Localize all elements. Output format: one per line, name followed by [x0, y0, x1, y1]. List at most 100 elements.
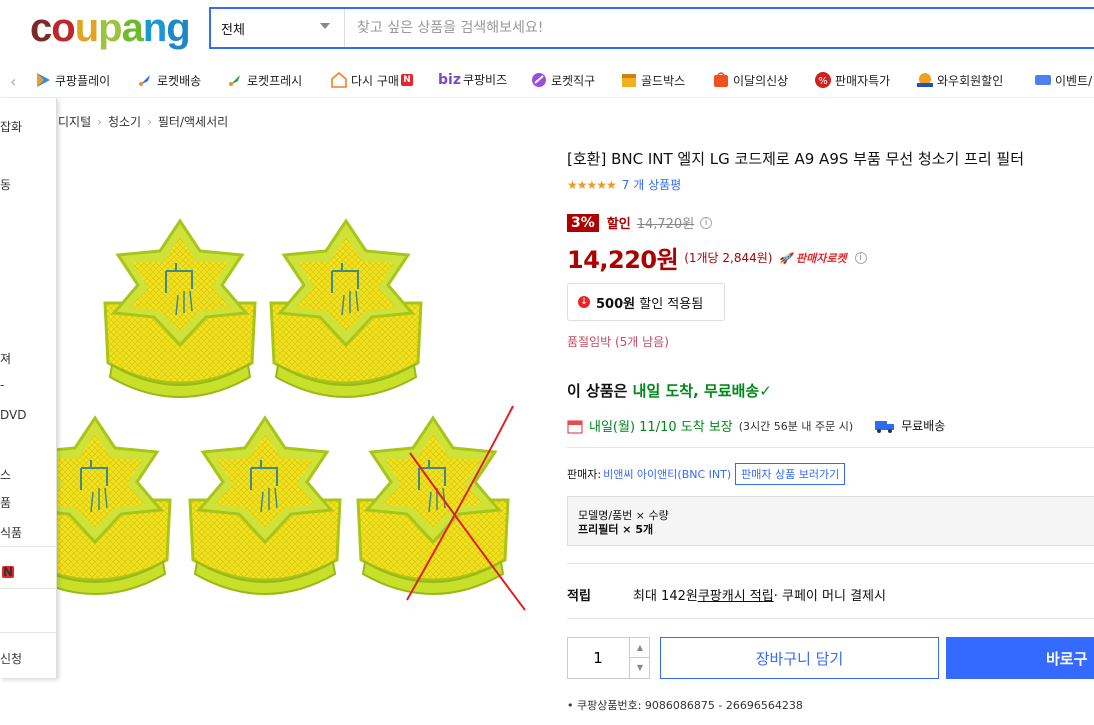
goldbox-icon	[622, 74, 636, 87]
nav-item-seller-sale[interactable]: % 판매자특가	[814, 71, 890, 89]
side-menu-item[interactable]: 스	[0, 466, 11, 483]
stock-warning: 품절임박 (5개 남음)	[567, 335, 669, 349]
nav-item-label: 와우회원할인	[937, 73, 1004, 88]
logo-letter: c	[30, 6, 52, 50]
delivery-prefix: 이 상품은	[567, 382, 633, 400]
divider	[0, 588, 57, 589]
nav-item-rocket-fresh[interactable]: 로켓프레시	[226, 71, 302, 89]
rating-row[interactable]: ★★★★★ 7 개 상품평	[567, 176, 681, 193]
chevron-down-icon	[320, 23, 330, 29]
option-box[interactable]: 모델명/품번 × 수량 프리필터 × 5개	[567, 496, 1094, 546]
quantity-stepper: ▲ ▼	[567, 637, 650, 679]
product-image[interactable]	[55, 200, 545, 630]
coupon-amount: 500원	[596, 296, 636, 312]
seller-sale-icon: %	[815, 72, 831, 88]
coupon-applied-box: ↓ 500원 할인 적용됨	[567, 283, 725, 321]
side-menu-item[interactable]: 잡화	[0, 118, 22, 135]
discount-label: 할인	[606, 217, 631, 232]
seller-rocket-label: 판매자로켓	[796, 251, 847, 265]
svg-text:%: %	[818, 76, 828, 87]
breadcrumb: 디지털 › 청소기 › 필터/액세서리	[58, 113, 228, 130]
biz-icon: biz	[438, 71, 461, 88]
nav-item-label: 로켓배송	[157, 73, 202, 88]
quantity-input[interactable]	[568, 638, 628, 678]
divider	[567, 563, 1094, 564]
side-menu-item[interactable]: DVD	[0, 408, 26, 422]
nav-item-label: 판매자특가	[835, 73, 891, 88]
star-rating: ★★★★★	[567, 177, 617, 192]
search-bar: 전체	[209, 7, 1094, 49]
nav-item-wow[interactable]: 와우회원할인	[916, 71, 1003, 89]
logo-letter: n	[142, 6, 167, 50]
search-category-select[interactable]: 전체	[211, 9, 345, 47]
nav-item-new[interactable]: 이달의신상	[712, 71, 788, 89]
logo-letter: p	[98, 6, 122, 50]
side-menu-item[interactable]: -	[0, 378, 4, 392]
vendor-products-button[interactable]: 판매자 상품 보러가기	[735, 463, 846, 485]
breadcrumb-item[interactable]: 필터/액세서리	[158, 115, 228, 129]
add-to-cart-button[interactable]: 장바구니 담기	[660, 637, 939, 679]
nav-item-label: 다시 구매	[351, 73, 399, 88]
new-badge: N	[400, 74, 413, 86]
nav-item-global[interactable]: 로켓직구	[530, 71, 595, 89]
option-value: 프리필터 × 5개	[578, 523, 654, 536]
product-id-text: 쿠팡상품번호: 9086086875 - 26696564238	[577, 699, 803, 712]
category-nav: ‹ 쿠팡플레이 로켓배송 로켓프레시 다시 구매 N biz 쿠팡비즈 로켓직구…	[0, 62, 1094, 98]
vendor-name-link[interactable]: 비앤씨 아이앤티(BNC INT)	[603, 466, 731, 482]
breadcrumb-item[interactable]: 청소기	[108, 115, 141, 129]
arrival-note: (3시간 56분 내 주문 시)	[738, 419, 854, 433]
nav-item-label: 이벤트/	[1055, 73, 1093, 88]
new-icon	[714, 72, 728, 87]
rocket-fresh-icon	[229, 75, 240, 86]
side-menu-item[interactable]: 신청	[0, 650, 22, 667]
price-row: 14,220원 (1개당 2,844원) 🚀 판매자로켓 i	[567, 240, 867, 275]
info-icon[interactable]: i	[854, 251, 867, 264]
side-menu-item[interactable]: 식품	[0, 524, 22, 541]
divider	[0, 546, 57, 547]
coupang-cash-link[interactable]: 쿠팡캐시 적립	[698, 585, 774, 604]
nav-item-coupang-play[interactable]: 쿠팡플레이	[34, 71, 110, 89]
seller-rocket-badge: 🚀 판매자로켓	[778, 251, 847, 265]
arrival-row: 내일(월) 11/10 도착 보장 (3시간 56분 내 주문 시) 무료배송	[567, 416, 945, 435]
nav-item-goldbox[interactable]: 골드박스	[620, 71, 685, 89]
nav-item-label: 쿠팡비즈	[462, 73, 508, 87]
vendor-row: 판매자: 비앤씨 아이앤티(BNC INT) 판매자 상품 보러가기	[567, 463, 846, 485]
nav-item-event[interactable]: 이벤트/	[1034, 71, 1092, 89]
coupon-text: 할인 적용됨	[639, 296, 704, 312]
side-menu-item[interactable]: 져	[0, 350, 11, 367]
increment-icon[interactable]: ▲	[629, 638, 650, 658]
buy-now-button[interactable]: 바로구	[946, 637, 1094, 679]
calendar-icon	[567, 419, 583, 434]
nav-item-label: 골드박스	[641, 73, 686, 88]
reward-max: 최대 142원	[633, 589, 698, 604]
logo-letter: a	[121, 6, 144, 50]
nav-item-rebuy[interactable]: 다시 구매 N	[330, 71, 413, 89]
wow-icon	[917, 73, 933, 87]
original-price: 14,720원	[636, 217, 695, 232]
category-dropdown-panel: 잡화 동 져 - DVD 스 품 식품 N 신청	[0, 98, 57, 678]
logo-letter: u	[74, 6, 99, 50]
side-menu-item[interactable]: 품	[0, 494, 11, 511]
discount-rate-badge: 3%	[567, 213, 599, 232]
global-icon	[532, 73, 546, 87]
chevron-left-icon[interactable]: ‹	[10, 72, 16, 91]
side-menu-item[interactable]: 동	[0, 176, 11, 193]
nav-item-rocket[interactable]: 로켓배송	[136, 71, 201, 89]
review-count-link[interactable]: 7 개 상품평	[622, 176, 681, 193]
discount-row: 3% 할인 14,720원 i	[567, 213, 713, 232]
nav-item-label: 로켓프레시	[247, 73, 303, 88]
truck-icon	[875, 420, 895, 433]
nav-item-biz[interactable]: biz 쿠팡비즈	[438, 71, 507, 88]
nav-item-label: 이달의신상	[733, 73, 789, 88]
chevron-right-icon: ›	[97, 115, 102, 129]
decrement-icon[interactable]: ▼	[629, 658, 650, 678]
coupang-logo[interactable]: coupang	[30, 6, 191, 50]
logo-letter: o	[51, 6, 75, 50]
search-input[interactable]	[345, 9, 1094, 47]
reward-row: 적립 최대 142원 쿠팡캐시 적립 · 쿠페이 머니 결제시	[567, 585, 886, 604]
play-icon	[37, 73, 50, 87]
info-icon[interactable]: i	[700, 216, 713, 229]
rebuy-icon	[331, 71, 347, 88]
vendor-label: 판매자:	[567, 468, 602, 481]
breadcrumb-item[interactable]: 디지털	[58, 115, 91, 129]
